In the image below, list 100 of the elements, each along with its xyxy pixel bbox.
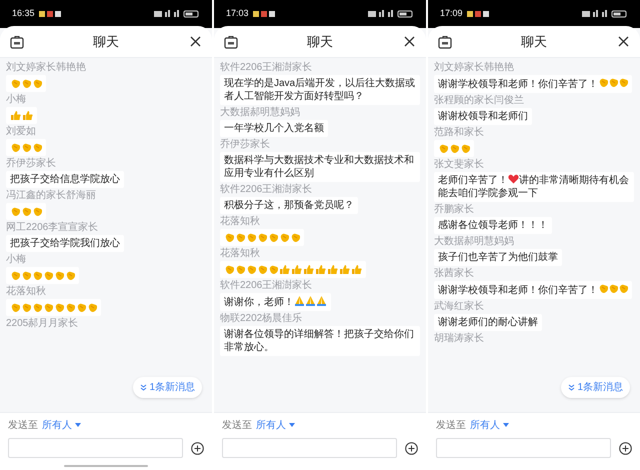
message-input[interactable] [222, 438, 397, 458]
document-icon [224, 34, 238, 48]
status-icons-drawing [368, 10, 414, 18]
close-icon [190, 36, 200, 47]
clapping-hands-icon [54, 270, 64, 281]
sender-name: 花落知秋 [6, 286, 46, 297]
thumbs-up-icon [351, 264, 362, 275]
message-text: 把孩子交给学院我们放心 [6, 235, 124, 252]
close-icon [404, 36, 414, 47]
close-icon [618, 36, 628, 47]
sender-name: 刘文婷家长韩艳艳 [434, 62, 514, 73]
sender-name: 花落知秋 [220, 248, 260, 259]
thumbs-up-icon [279, 264, 290, 275]
clapping-hands-icon [268, 264, 278, 275]
thumbs-up-icon [22, 110, 33, 121]
clapping-hands-icon [618, 283, 628, 294]
status-icons-drawing [582, 10, 628, 18]
clapping-hands-icon [224, 232, 234, 243]
clapping-hands-icon [32, 142, 42, 153]
sender-name: 张文斐家长 [434, 159, 484, 170]
thumbs-up-icon [291, 264, 302, 275]
sheet-title: 聊天 [307, 32, 333, 51]
message-text: 现在学的是Java后端开发，以后往大数据或者人工智能开发方面好转型吗？ [220, 75, 420, 105]
clapping-hands-icon [21, 206, 31, 217]
clapping-hands-icon [257, 232, 267, 243]
sender-name: 大数据郝明慧妈妈 [434, 236, 514, 247]
clapping-hands-icon [10, 142, 20, 153]
sender-name: 软件2206王湘澍家长 [220, 184, 312, 195]
close-button[interactable] [402, 34, 416, 48]
add-button[interactable] [191, 442, 204, 454]
document-icon [10, 34, 24, 48]
sender-name: 张程顾的家长闫俊兰 [434, 95, 524, 106]
plus-icon [191, 442, 204, 454]
clapping-hands-icon [618, 77, 628, 88]
clapping-hands-icon [32, 302, 42, 313]
send-to-label: 发送至 [222, 418, 252, 432]
sender-name: 武海红家长 [434, 301, 484, 312]
send-to-label: 发送至 [436, 418, 466, 432]
sender-name: 乔鹏家长 [434, 204, 474, 215]
send-to-label: 发送至 [8, 418, 38, 432]
sender-name: 刘爱如 [6, 126, 36, 137]
double-chevron-icon [140, 384, 148, 391]
plus-icon [405, 442, 418, 454]
message-text: 感谢各位领导老师！！！ [434, 217, 552, 234]
sender-name: 小梅 [6, 94, 26, 105]
plus-icon [619, 442, 632, 454]
message-text: 谢谢学校领导和老师！你们辛苦了！ [434, 75, 632, 93]
clapping-hands-icon [449, 143, 459, 154]
recipient-dropdown[interactable]: 所有人 [470, 418, 509, 432]
sender-name: 花落知秋 [220, 216, 260, 227]
clapping-hands-icon [290, 232, 300, 243]
status-icons-drawing [154, 10, 200, 18]
sender-name: 刘文婷家长韩艳艳 [6, 62, 86, 73]
clapping-hands-icon [246, 264, 256, 275]
clapping-hands-icon [32, 78, 42, 89]
dropdown-caret-icon [503, 423, 509, 427]
new-messages-button[interactable]: 1条新消息 [133, 377, 202, 398]
dropdown-caret-icon [75, 423, 81, 427]
message-text: 一年学校几个入党名额 [220, 120, 328, 137]
message-input[interactable] [436, 438, 611, 458]
message-text: 积极分子这，那预备党员呢？ [220, 197, 358, 214]
close-button[interactable] [188, 34, 202, 48]
message-text: 谢谢老师们的耐心讲解 [434, 314, 542, 331]
sender-name: 胡瑞涛家长 [434, 333, 484, 344]
clapping-hands-icon [438, 143, 448, 154]
clapping-hands-icon [65, 302, 75, 313]
clapping-hands-icon [10, 302, 20, 313]
sender-name: 小梅 [6, 254, 26, 265]
double-chevron-icon [568, 384, 576, 391]
status-time: 17:09 [440, 7, 463, 20]
thumbs-up-icon [315, 264, 326, 275]
add-button[interactable] [405, 442, 418, 454]
clapping-hands-icon [224, 264, 234, 275]
thumbs-up-icon [339, 264, 350, 275]
clapping-hands-icon [21, 142, 31, 153]
new-messages-button[interactable]: 1条新消息 [561, 377, 630, 398]
sender-name: 乔伊莎家长 [220, 139, 270, 150]
clapping-hands-icon [43, 302, 53, 313]
recipient-dropdown[interactable]: 所有人 [256, 418, 295, 432]
clapping-hands-icon [65, 270, 75, 281]
recipient-dropdown[interactable]: 所有人 [42, 418, 81, 432]
clapping-hands-icon [87, 302, 97, 313]
sender-name: 软件2206王湘澍家长 [220, 62, 312, 73]
thumbs-up-icon [10, 110, 21, 121]
clapping-hands-icon [460, 143, 470, 154]
thumbs-up-icon [327, 264, 338, 275]
sender-name: 乔伊莎家长 [6, 158, 56, 169]
sheet-title: 聊天 [93, 32, 119, 51]
clapping-hands-icon [257, 264, 267, 275]
message-input[interactable] [8, 438, 183, 458]
thumbs-up-icon [303, 264, 314, 275]
message-text: 把孩子交给信息学院放心 [6, 171, 124, 188]
sender-name: 张茜家长 [434, 268, 474, 279]
praying-hands-icon [316, 295, 327, 306]
document-icon [438, 34, 452, 48]
status-time: 17:03 [226, 7, 249, 20]
add-button[interactable] [619, 442, 632, 454]
praying-hands-icon [305, 295, 316, 306]
clapping-hands-icon [10, 270, 20, 281]
close-button[interactable] [616, 34, 630, 48]
